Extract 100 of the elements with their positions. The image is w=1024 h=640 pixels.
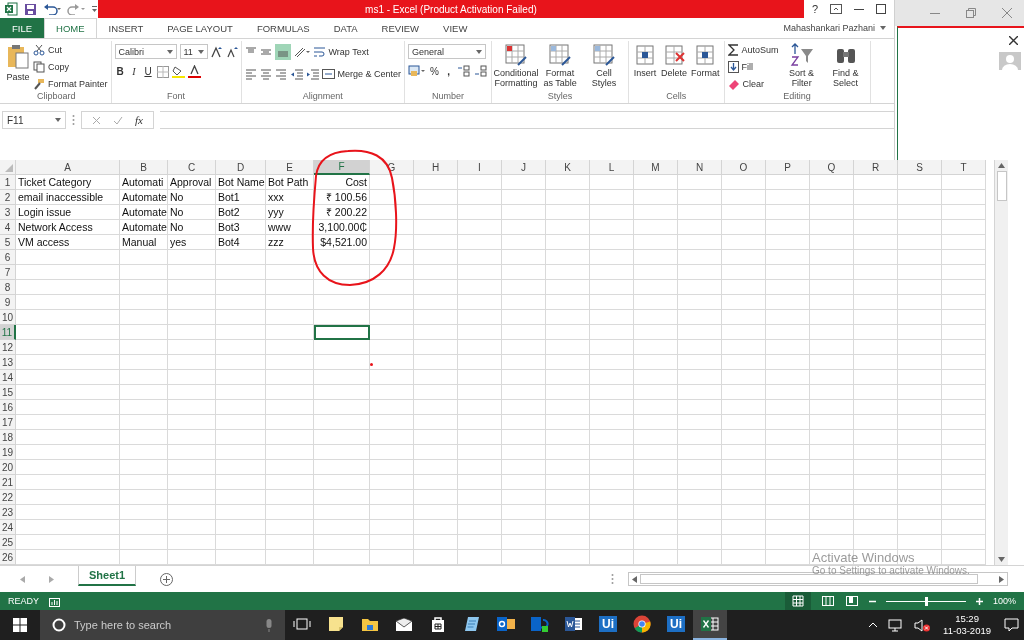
- scroll-thumb[interactable]: [996, 171, 1007, 201]
- right-arrow-icon[interactable]: [999, 575, 1004, 583]
- caret-icon[interactable]: [880, 26, 886, 30]
- column-header[interactable]: K: [546, 160, 590, 175]
- merge-center-button[interactable]: Merge & Center: [321, 66, 402, 81]
- column-header[interactable]: O: [722, 160, 766, 175]
- column-header[interactable]: S: [898, 160, 942, 175]
- start-icon[interactable]: [13, 618, 27, 632]
- copy-button[interactable]: Copy: [33, 59, 108, 74]
- row-header[interactable]: 9: [0, 295, 16, 310]
- row-header[interactable]: 16: [0, 400, 16, 415]
- formula-field[interactable]: [159, 111, 894, 129]
- format-painter-button[interactable]: Format Painter: [33, 76, 108, 91]
- number-format-field[interactable]: General: [408, 44, 487, 59]
- customize-icon[interactable]: [91, 4, 98, 14]
- notification-icon[interactable]: [1004, 618, 1019, 632]
- ribbon-tab[interactable]: REVIEW: [369, 18, 432, 38]
- row-header[interactable]: 3: [0, 205, 16, 220]
- row-header[interactable]: 19: [0, 445, 16, 460]
- save-icon[interactable]: [24, 2, 37, 16]
- close-icon[interactable]: [1009, 36, 1018, 45]
- row-header[interactable]: 6: [0, 250, 16, 265]
- cells-button[interactable]: Format: [690, 41, 721, 80]
- row-header[interactable]: 11: [0, 325, 16, 340]
- row-header[interactable]: 8: [0, 280, 16, 295]
- row-header[interactable]: 10: [0, 310, 16, 325]
- up-arrow-icon[interactable]: [998, 163, 1005, 168]
- ribbon-tab[interactable]: HOME: [44, 18, 97, 38]
- row-header[interactable]: 18: [0, 430, 16, 445]
- styles-button[interactable]: Conditional Formatting: [495, 41, 538, 90]
- ribbon-tab[interactable]: DATA: [321, 18, 370, 38]
- taskbar-button[interactable]: [693, 610, 727, 640]
- vertical-scrollbar[interactable]: [994, 160, 1008, 565]
- volume-muted-icon[interactable]: [914, 618, 931, 632]
- row-header[interactable]: 22: [0, 490, 16, 505]
- column-header[interactable]: E: [266, 160, 314, 175]
- row-header[interactable]: 21: [0, 475, 16, 490]
- sort-filter-button[interactable]: Sort & Filter: [780, 41, 823, 90]
- column-header[interactable]: N: [678, 160, 722, 175]
- cells-button[interactable]: Insert: [632, 41, 659, 80]
- macro-recording-icon[interactable]: [49, 595, 60, 607]
- page-break-view-icon[interactable]: [844, 595, 859, 607]
- user-name[interactable]: Mahashankari Pazhani: [783, 23, 875, 33]
- column-header[interactable]: A: [16, 160, 120, 175]
- restore-icon[interactable]: [966, 8, 976, 18]
- clock-date[interactable]: 11-03-2019: [943, 625, 991, 637]
- row-header[interactable]: 24: [0, 520, 16, 535]
- undo-icon[interactable]: [43, 3, 61, 15]
- italic-button[interactable]: I: [128, 66, 140, 77]
- column-header[interactable]: J: [502, 160, 546, 175]
- maximize-icon[interactable]: [876, 4, 886, 14]
- zoom-slider-thumb[interactable]: [924, 596, 928, 606]
- row-header[interactable]: 7: [0, 265, 16, 280]
- clear-button[interactable]: Clear: [727, 76, 779, 91]
- column-header[interactable]: D: [216, 160, 266, 175]
- bottom-align-icon[interactable]: [274, 44, 291, 60]
- cut-button[interactable]: Cut: [33, 42, 108, 57]
- row-header[interactable]: 20: [0, 460, 16, 475]
- row-header[interactable]: 25: [0, 535, 16, 550]
- page-layout-view-icon[interactable]: [820, 595, 835, 607]
- column-header[interactable]: R: [854, 160, 898, 175]
- column-header[interactable]: L: [590, 160, 634, 175]
- normal-view-icon[interactable]: [784, 592, 811, 610]
- name-box[interactable]: F11: [2, 111, 66, 129]
- column-header[interactable]: C: [168, 160, 216, 175]
- underline-button[interactable]: U: [142, 66, 154, 77]
- paste-button[interactable]: Paste: [5, 41, 31, 84]
- insert-function-button[interactable]: fx: [135, 114, 143, 126]
- redo-icon[interactable]: [67, 3, 85, 15]
- font-size-field[interactable]: 11: [179, 44, 208, 59]
- column-header[interactable]: Q: [810, 160, 854, 175]
- orientation-icon[interactable]: [293, 46, 310, 58]
- row-header[interactable]: 5: [0, 235, 16, 250]
- row-header[interactable]: 14: [0, 370, 16, 385]
- fill-color-icon[interactable]: [171, 65, 185, 78]
- grow-font-icon[interactable]: [210, 45, 223, 58]
- row-header[interactable]: 2: [0, 190, 16, 205]
- column-header[interactable]: T: [942, 160, 986, 175]
- help-button[interactable]: ?: [811, 3, 818, 15]
- styles-button[interactable]: Cell Styles: [583, 41, 626, 90]
- styles-button[interactable]: Format as Table: [539, 41, 582, 90]
- find-select-button[interactable]: Find & Select: [824, 41, 867, 90]
- zoom-level[interactable]: 100%: [992, 596, 1016, 606]
- ribbon-tab[interactable]: FORMULAS: [244, 18, 322, 38]
- accounting-format-icon[interactable]: [408, 65, 427, 77]
- network-icon[interactable]: [888, 618, 905, 632]
- sheet-tab[interactable]: Sheet1: [78, 566, 137, 586]
- down-arrow-icon[interactable]: [998, 557, 1005, 562]
- percent-button[interactable]: %: [429, 65, 441, 77]
- increase-indent-icon[interactable]: [305, 67, 319, 80]
- ribbon-display-icon[interactable]: [830, 4, 842, 14]
- row-header[interactable]: 4: [0, 220, 16, 235]
- cells-button[interactable]: Delete: [660, 41, 689, 80]
- decrease-indent-icon[interactable]: [289, 67, 303, 80]
- column-header[interactable]: I: [458, 160, 502, 175]
- left-arrow-icon[interactable]: [632, 575, 637, 583]
- column-header[interactable]: F: [314, 160, 370, 175]
- font-name-field[interactable]: Calibri: [114, 44, 177, 59]
- increase-decimal-icon[interactable]: [457, 65, 472, 77]
- row-header[interactable]: 17: [0, 415, 16, 430]
